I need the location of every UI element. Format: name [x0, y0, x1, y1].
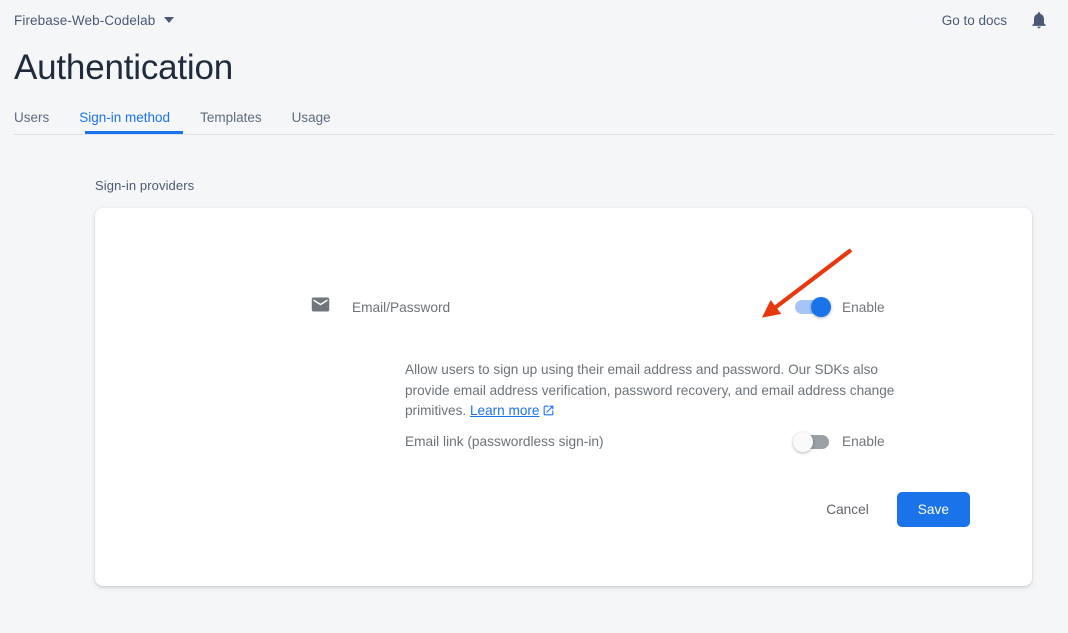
email-link-toggle-group: Enable: [795, 434, 970, 449]
email-link-enable-toggle[interactable]: [795, 435, 829, 449]
tab-usage[interactable]: Usage: [277, 103, 346, 132]
project-switcher[interactable]: Firebase-Web-Codelab: [14, 13, 174, 28]
save-button[interactable]: Save: [897, 492, 970, 527]
email-password-enable-toggle[interactable]: [795, 300, 829, 314]
email-link-enable-label: Enable: [842, 434, 885, 449]
project-name-label: Firebase-Web-Codelab: [14, 13, 155, 28]
email-password-enable-label: Enable: [842, 300, 885, 315]
email-password-description: Allow users to sign up using their email…: [405, 360, 915, 424]
tab-templates[interactable]: Templates: [185, 103, 277, 132]
learn-more-link[interactable]: Learn more: [470, 403, 540, 418]
page-title: Authentication: [14, 46, 1068, 90]
tab-sign-in-method[interactable]: Sign-in method: [64, 103, 185, 132]
chevron-down-icon: [164, 17, 174, 23]
go-to-docs-link[interactable]: Go to docs: [942, 13, 1007, 28]
email-icon: [310, 294, 331, 320]
cancel-button[interactable]: Cancel: [812, 493, 883, 526]
card-actions: Cancel Save: [812, 492, 970, 527]
top-bar-actions: Go to docs: [942, 10, 1049, 30]
main-content: Sign-in providers Email/Password Enable: [0, 178, 1068, 586]
provider-name-email-link: Email link (passwordless sign-in): [405, 434, 795, 449]
bell-icon[interactable]: [1029, 10, 1049, 30]
tab-separator: [14, 134, 1054, 135]
sign-in-providers-label: Sign-in providers: [95, 178, 1068, 193]
email-password-toggle-group: Enable: [795, 300, 970, 315]
provider-row-email-password: Email/Password Enable: [310, 294, 970, 320]
tab-users[interactable]: Users: [14, 103, 64, 132]
toggle-knob: [793, 432, 813, 452]
toggle-knob: [811, 297, 831, 317]
tab-bar: Users Sign-in method Templates Usage: [0, 103, 1068, 134]
provider-name-email-password: Email/Password: [352, 300, 450, 315]
provider-identity: Email/Password: [310, 294, 795, 320]
top-bar: Firebase-Web-Codelab Go to docs: [0, 0, 1068, 40]
sign-in-providers-card: Email/Password Enable Allow users to sig…: [95, 208, 1032, 586]
provider-row-email-link: Email link (passwordless sign-in) Enable: [405, 434, 970, 449]
external-link-icon[interactable]: [542, 405, 555, 420]
